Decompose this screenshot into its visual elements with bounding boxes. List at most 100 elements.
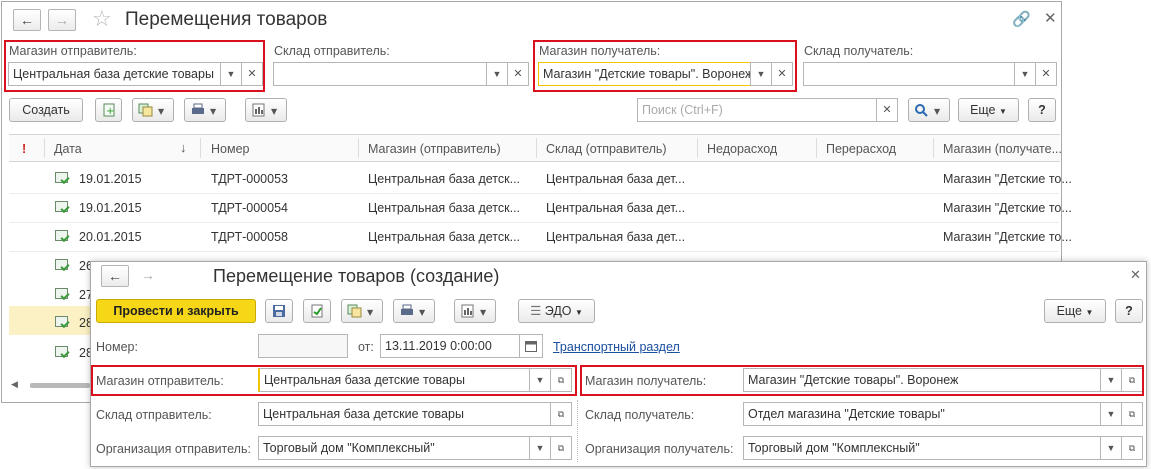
forward-button[interactable]: → bbox=[48, 9, 76, 31]
row-recv-store[interactable]: Магазин "Детские то... bbox=[943, 228, 1072, 246]
row-date[interactable]: 19.01.2015 bbox=[79, 199, 142, 217]
row-divider bbox=[9, 222, 1059, 223]
column-splitter bbox=[577, 400, 578, 462]
posted-document-icon bbox=[55, 201, 68, 212]
form-title: Перемещение товаров (создание) bbox=[213, 266, 500, 286]
svg-text:▼: ▼ bbox=[419, 308, 426, 317]
posted-document-icon bbox=[55, 172, 68, 183]
more-button[interactable]: Еще ▼ bbox=[958, 98, 1019, 122]
highlight-frame bbox=[4, 40, 265, 92]
close-icon[interactable]: ✕ bbox=[1130, 267, 1141, 283]
recv-wh-input[interactable]: Отдел магазина "Детские товары" bbox=[743, 402, 1101, 426]
row-sender-wh[interactable]: Центральная база дет... bbox=[546, 199, 685, 217]
clear-icon[interactable]: ✕ bbox=[507, 62, 529, 86]
open-icon[interactable]: ⧉ bbox=[550, 436, 572, 460]
calendar-icon[interactable] bbox=[519, 334, 543, 358]
row-date[interactable]: 19.01.2015 bbox=[79, 170, 142, 188]
chevron-down-icon[interactable]: ▼ bbox=[1100, 402, 1122, 426]
row-number[interactable]: ТДРТ-000053 bbox=[211, 170, 288, 188]
col-divider bbox=[816, 138, 817, 158]
col-recv-store[interactable]: Магазин (получате... bbox=[943, 138, 1062, 160]
chevron-down-icon[interactable]: ▼ bbox=[1014, 62, 1036, 86]
document-flow-icon[interactable]: ▼ bbox=[341, 299, 383, 323]
row-sender-store[interactable]: Центральная база детск... bbox=[368, 228, 520, 246]
help-button[interactable]: ? bbox=[1028, 98, 1056, 122]
open-icon[interactable]: ⧉ bbox=[1121, 436, 1143, 460]
recv-org-input[interactable]: Торговый дом "Комплексный" bbox=[743, 436, 1101, 460]
post-and-close-button[interactable]: Провести и закрыть bbox=[96, 299, 256, 323]
sender-wh-input[interactable]: Центральная база детские товары bbox=[258, 402, 551, 426]
posted-document-icon bbox=[55, 259, 68, 270]
posted-document-icon bbox=[55, 316, 68, 327]
col-number[interactable]: Номер bbox=[211, 138, 249, 160]
col-overconsumption[interactable]: Перерасход bbox=[826, 138, 896, 160]
link-icon[interactable]: 🔗 bbox=[1012, 10, 1031, 28]
forward-button[interactable]: → bbox=[134, 265, 162, 287]
col-divider bbox=[44, 138, 45, 158]
print-icon[interactable]: ▼ bbox=[184, 98, 226, 122]
col-divider bbox=[536, 138, 537, 158]
close-icon[interactable]: ✕ bbox=[1044, 9, 1057, 27]
clear-search-icon[interactable]: ✕ bbox=[876, 98, 898, 122]
row-number[interactable]: ТДРТ-000058 bbox=[211, 228, 288, 246]
col-importance[interactable]: ! bbox=[22, 138, 26, 160]
save-icon[interactable] bbox=[265, 299, 293, 323]
sort-down-icon[interactable]: ↓ bbox=[180, 140, 187, 155]
create-button[interactable]: Создать bbox=[9, 98, 83, 122]
sender-org-input[interactable]: Торговый дом "Комплексный" bbox=[258, 436, 530, 460]
clear-icon[interactable]: ✕ bbox=[1035, 62, 1057, 86]
scroll-left-icon[interactable]: ◀ bbox=[11, 379, 18, 390]
help-button[interactable]: ? bbox=[1115, 299, 1143, 323]
back-button[interactable]: ← bbox=[101, 265, 129, 287]
more-button[interactable]: Еще ▼ bbox=[1044, 299, 1106, 323]
number-input[interactable] bbox=[258, 334, 348, 358]
post-document-icon[interactable] bbox=[303, 299, 331, 323]
row-number[interactable]: ТДРТ-000054 bbox=[211, 199, 288, 217]
search-button[interactable]: ▼ bbox=[908, 98, 950, 122]
highlight-frame bbox=[91, 365, 577, 396]
row-date[interactable]: 20.01.2015 bbox=[79, 228, 142, 246]
date-input[interactable]: 13.11.2019 0:00:00 bbox=[380, 334, 520, 358]
filter-recv-wh-input[interactable] bbox=[803, 62, 1015, 86]
filter-sender-wh-label: Склад отправитель: bbox=[274, 44, 390, 58]
col-date[interactable]: Дата bbox=[54, 138, 82, 160]
row-divider bbox=[9, 193, 1059, 194]
list-title: Перемещения товаров bbox=[125, 9, 328, 30]
open-icon[interactable]: ⧉ bbox=[1121, 402, 1143, 426]
row-sender-store[interactable]: Центральная база детск... bbox=[368, 199, 520, 217]
sender-wh-label: Склад отправитель: bbox=[96, 408, 212, 422]
row-sender-store[interactable]: Центральная база детск... bbox=[368, 170, 520, 188]
transport-section-link[interactable]: Транспортный раздел bbox=[553, 340, 680, 354]
more-label: Еще bbox=[970, 103, 996, 117]
sender-org-label: Организация отправитель: bbox=[96, 442, 251, 456]
back-button[interactable]: ← bbox=[13, 9, 41, 31]
chevron-down-icon[interactable]: ▼ bbox=[529, 436, 551, 460]
report-icon[interactable]: ▼ bbox=[245, 98, 287, 122]
chevron-down-icon[interactable]: ▼ bbox=[486, 62, 508, 86]
col-sender-wh[interactable]: Склад (отправитель) bbox=[546, 138, 667, 160]
edo-button[interactable]: ☰ ЭДО ▼ bbox=[518, 299, 595, 323]
filter-recv-wh-label: Склад получатель: bbox=[804, 44, 914, 58]
horizontal-scrollbar[interactable] bbox=[30, 383, 90, 388]
filter-sender-wh-input[interactable] bbox=[273, 62, 487, 86]
svg-text:▼: ▼ bbox=[210, 107, 217, 116]
posted-document-icon bbox=[55, 230, 68, 241]
row-recv-store[interactable]: Магазин "Детские то... bbox=[943, 170, 1072, 188]
document-flow-icon[interactable]: ▼ bbox=[132, 98, 174, 122]
row-divider bbox=[9, 251, 1059, 252]
report-icon[interactable]: ▼ bbox=[454, 299, 496, 323]
copy-add-icon[interactable]: + bbox=[95, 98, 122, 122]
row-recv-store[interactable]: Магазин "Детские то... bbox=[943, 199, 1072, 217]
favorite-star-icon[interactable]: ☆ bbox=[92, 6, 112, 32]
col-underconsumption[interactable]: Недорасход bbox=[707, 138, 777, 160]
search-input[interactable]: Поиск (Ctrl+F) bbox=[637, 98, 877, 122]
table-header-bg bbox=[9, 134, 1060, 162]
row-sender-wh[interactable]: Центральная база дет... bbox=[546, 228, 685, 246]
chevron-down-icon: ▼ bbox=[575, 308, 583, 317]
col-sender-store[interactable]: Магазин (отправитель) bbox=[368, 138, 501, 160]
chevron-down-icon[interactable]: ▼ bbox=[1100, 436, 1122, 460]
open-icon[interactable]: ⧉ bbox=[550, 402, 572, 426]
print-icon[interactable]: ▼ bbox=[393, 299, 435, 323]
chevron-down-icon: ▼ bbox=[1085, 308, 1094, 317]
row-sender-wh[interactable]: Центральная база дет... bbox=[546, 170, 685, 188]
